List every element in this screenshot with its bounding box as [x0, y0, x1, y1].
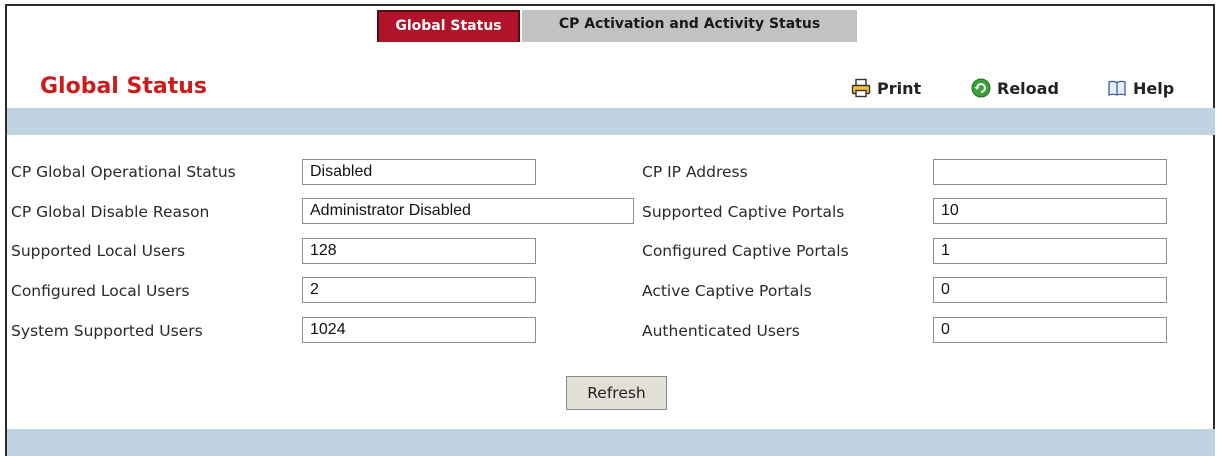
reload-label: Reload: [997, 78, 1059, 98]
label-configured-local-users: Configured Local Users: [11, 282, 190, 300]
tab-global-status[interactable]: Global Status: [377, 10, 520, 42]
cp-global-operational-status-field[interactable]: [302, 159, 536, 185]
label-supported-captive-portals: Supported Captive Portals: [642, 203, 845, 221]
label-cp-global-operational-status: CP Global Operational Status: [11, 163, 236, 181]
active-captive-portals-field[interactable]: [933, 277, 1167, 303]
tab-bar: Global Status CP Activation and Activity…: [377, 10, 857, 42]
refresh-button[interactable]: Refresh: [566, 376, 667, 410]
tab-cp-activation-status[interactable]: CP Activation and Activity Status: [522, 10, 857, 42]
label-active-captive-portals: Active Captive Portals: [642, 282, 812, 300]
printer-icon: [850, 77, 872, 99]
label-cp-ip-address: CP IP Address: [642, 163, 748, 181]
page-title: Global Status: [40, 74, 207, 99]
supported-local-users-field[interactable]: [302, 238, 536, 264]
reload-icon: [970, 77, 992, 99]
label-supported-local-users: Supported Local Users: [11, 242, 186, 260]
configured-captive-portals-field[interactable]: [933, 238, 1167, 264]
help-book-icon: [1106, 77, 1128, 99]
help-label: Help: [1133, 78, 1175, 98]
reload-button[interactable]: Reload: [970, 77, 1059, 99]
print-label: Print: [877, 78, 922, 98]
system-supported-users-field[interactable]: [302, 317, 536, 343]
supported-captive-portals-field[interactable]: [933, 198, 1167, 224]
print-button[interactable]: Print: [850, 77, 921, 99]
label-authenticated-users: Authenticated Users: [642, 322, 800, 340]
label-configured-captive-portals: Configured Captive Portals: [642, 242, 849, 260]
cp-ip-address-field[interactable]: [933, 159, 1167, 185]
label-system-supported-users: System Supported Users: [11, 322, 203, 340]
cp-global-disable-reason-field[interactable]: [302, 198, 634, 224]
help-button[interactable]: Help: [1106, 77, 1174, 99]
footer-band: [7, 429, 1215, 456]
header-separator-band: [7, 108, 1215, 135]
label-cp-global-disable-reason: CP Global Disable Reason: [11, 203, 210, 221]
authenticated-users-field[interactable]: [933, 317, 1167, 343]
configured-local-users-field[interactable]: [302, 277, 536, 303]
